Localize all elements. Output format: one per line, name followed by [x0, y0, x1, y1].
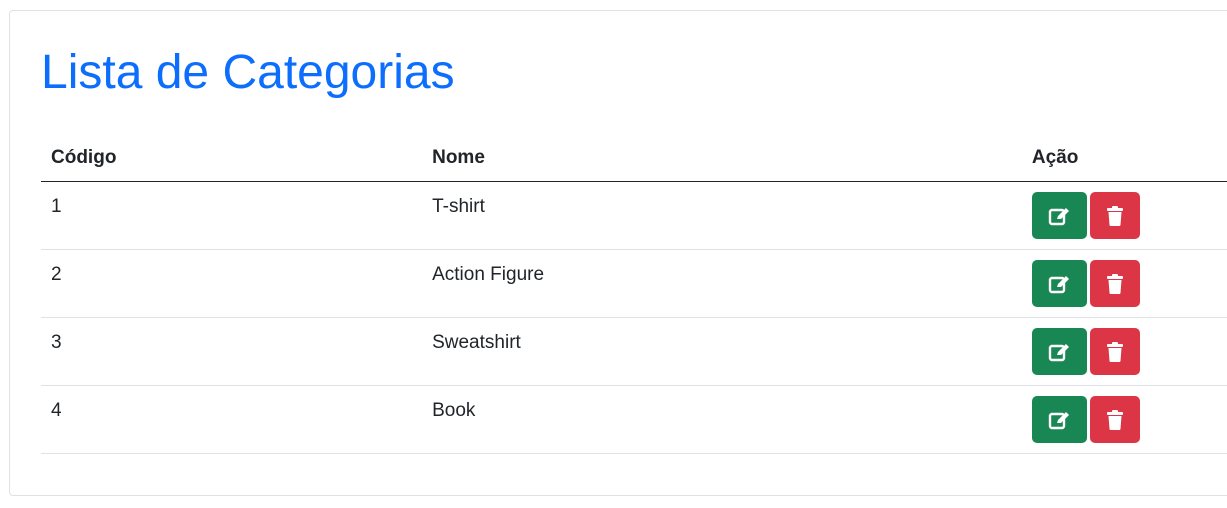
row-code: 4	[41, 385, 423, 454]
edit-icon	[1049, 411, 1070, 429]
trash-icon	[1106, 273, 1123, 294]
delete-button[interactable]	[1089, 328, 1140, 375]
row-actions	[1021, 385, 1227, 454]
edit-button[interactable]	[1031, 260, 1087, 307]
row-code: 3	[41, 317, 423, 386]
table-row: 2 Action Figure	[41, 249, 1227, 318]
edit-icon	[1049, 343, 1070, 361]
row-name: Action Figure	[422, 249, 1022, 318]
page-title: Lista de Categorias	[41, 46, 455, 99]
header-action: Ação	[1021, 135, 1227, 182]
edit-icon	[1049, 275, 1070, 293]
category-table: Código Nome Ação 1 T-shirt 2 Action Figu…	[41, 135, 1227, 454]
edit-icon	[1049, 207, 1070, 225]
row-code: 2	[41, 249, 423, 318]
row-name: Sweatshirt	[422, 317, 1022, 386]
header-name: Nome	[422, 135, 1022, 182]
edit-button[interactable]	[1031, 328, 1087, 375]
trash-icon	[1106, 205, 1123, 226]
edit-button[interactable]	[1031, 396, 1087, 443]
row-actions	[1021, 181, 1227, 250]
row-actions	[1021, 317, 1227, 386]
table-row: 3 Sweatshirt	[41, 317, 1227, 386]
table-row: 1 T-shirt	[41, 181, 1227, 250]
table-header-row: Código Nome Ação	[41, 135, 1227, 182]
category-card: Lista de Categorias Código Nome Ação 1 T…	[9, 10, 1227, 496]
row-code: 1	[41, 181, 423, 250]
row-name: T-shirt	[422, 181, 1022, 250]
delete-button[interactable]	[1089, 192, 1140, 239]
delete-button[interactable]	[1089, 260, 1140, 307]
header-code: Código	[41, 135, 423, 182]
trash-icon	[1106, 409, 1123, 430]
trash-icon	[1106, 341, 1123, 362]
table-row: 4 Book	[41, 385, 1227, 454]
edit-button[interactable]	[1031, 192, 1087, 239]
row-name: Book	[422, 385, 1022, 454]
row-actions	[1021, 249, 1227, 318]
delete-button[interactable]	[1089, 396, 1140, 443]
